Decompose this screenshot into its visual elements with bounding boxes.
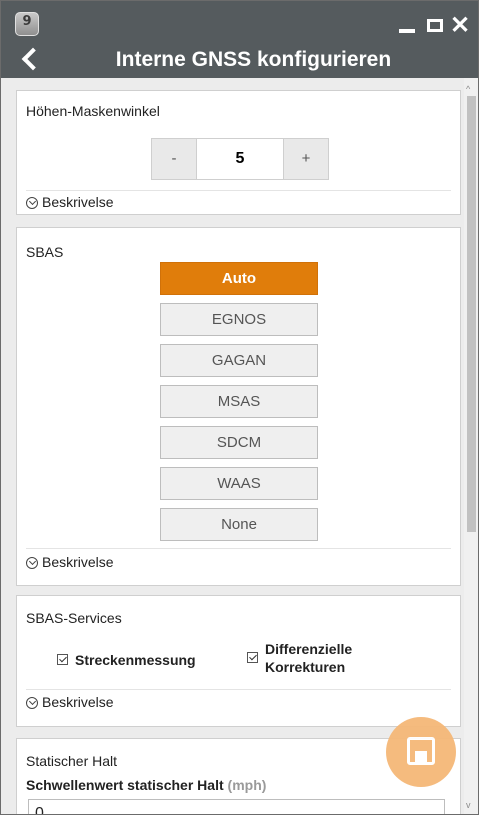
divider [26,689,451,690]
app-window: 9 ✕ Interne GNSS konfigurieren Höhen-Mas… [0,0,479,815]
sbas-option-waas[interactable]: WAAS [160,467,318,500]
sbas-services-card: SBAS-Services Streckenmessung Differenzi… [16,595,461,727]
page-title: Interne GNSS konfigurieren [115,48,392,71]
sbas-option-gagan[interactable]: GAGAN [160,344,318,377]
save-disk-icon [407,737,435,765]
minimize-icon[interactable] [396,15,420,37]
static-stop-title: Statischer Halt [26,753,118,769]
vertical-scrollbar[interactable]: ^ v [464,78,478,814]
elevation-mask-title: Höhen-Maskenwinkel [26,103,160,119]
sbas-option-msas[interactable]: MSAS [160,385,318,418]
checkbox-distance-measurement[interactable]: Streckenmessung [57,651,227,671]
description-label: Beskrivelse [42,194,114,210]
sbas-card: SBAS Auto EGNOS GAGAN MSAS SDCM WAAS Non… [16,227,461,586]
elevation-mask-card: Höhen-Maskenwinkel - 5 + Beskrivelse [16,90,461,215]
app-badge-text: 9 [22,14,32,29]
sbas-option-auto[interactable]: Auto [160,262,318,295]
checkbox-differential-corrections[interactable]: Differenzielle Korrekturen [247,640,407,680]
expand-circle-icon [26,697,38,709]
expand-circle-icon [26,197,38,209]
sbas-option-none[interactable]: None [160,508,318,541]
decrement-button[interactable]: - [152,139,196,179]
description-label: Beskrivelse [42,554,114,570]
divider [26,190,451,191]
checkbox-label: Differenzielle Korrekturen [265,641,353,675]
sbas-option-egnos[interactable]: EGNOS [160,303,318,336]
scroll-down-icon[interactable]: v [466,800,471,810]
scroll-up-icon[interactable]: ^ [466,84,470,94]
description-toggle[interactable]: Beskrivelse [26,554,114,570]
save-button[interactable] [386,717,456,787]
threshold-unit: (mph) [227,777,267,793]
scrollbar-thumb[interactable] [467,96,476,532]
threshold-label-text: Schwellenwert statischer Halt [26,777,224,793]
close-icon[interactable]: ✕ [448,14,472,38]
sbas-services-title: SBAS-Services [26,610,122,626]
app-badge-icon: 9 [15,12,39,36]
settings-scroll-area: Höhen-Maskenwinkel - 5 + Beskrivelse SBA… [1,78,464,814]
threshold-label: Schwellenwert statischer Halt (mph) [26,777,266,793]
expand-circle-icon [26,557,38,569]
elevation-value[interactable]: 5 [196,139,284,179]
maximize-icon[interactable] [424,15,448,37]
checkbox-icon [247,652,258,663]
description-toggle[interactable]: Beskrivelse [26,194,114,210]
title-bar: 9 ✕ Interne GNSS konfigurieren [1,1,478,78]
description-label: Beskrivelse [42,694,114,710]
divider [26,548,451,549]
sbas-title: SBAS [26,244,64,260]
increment-button[interactable]: + [284,139,328,179]
threshold-input[interactable]: 0 [28,799,445,814]
checkbox-icon [57,654,68,665]
elevation-stepper: - 5 + [151,138,329,180]
checkbox-label: Streckenmessung [75,652,196,668]
description-toggle[interactable]: Beskrivelse [26,694,114,710]
sbas-option-sdcm[interactable]: SDCM [160,426,318,459]
